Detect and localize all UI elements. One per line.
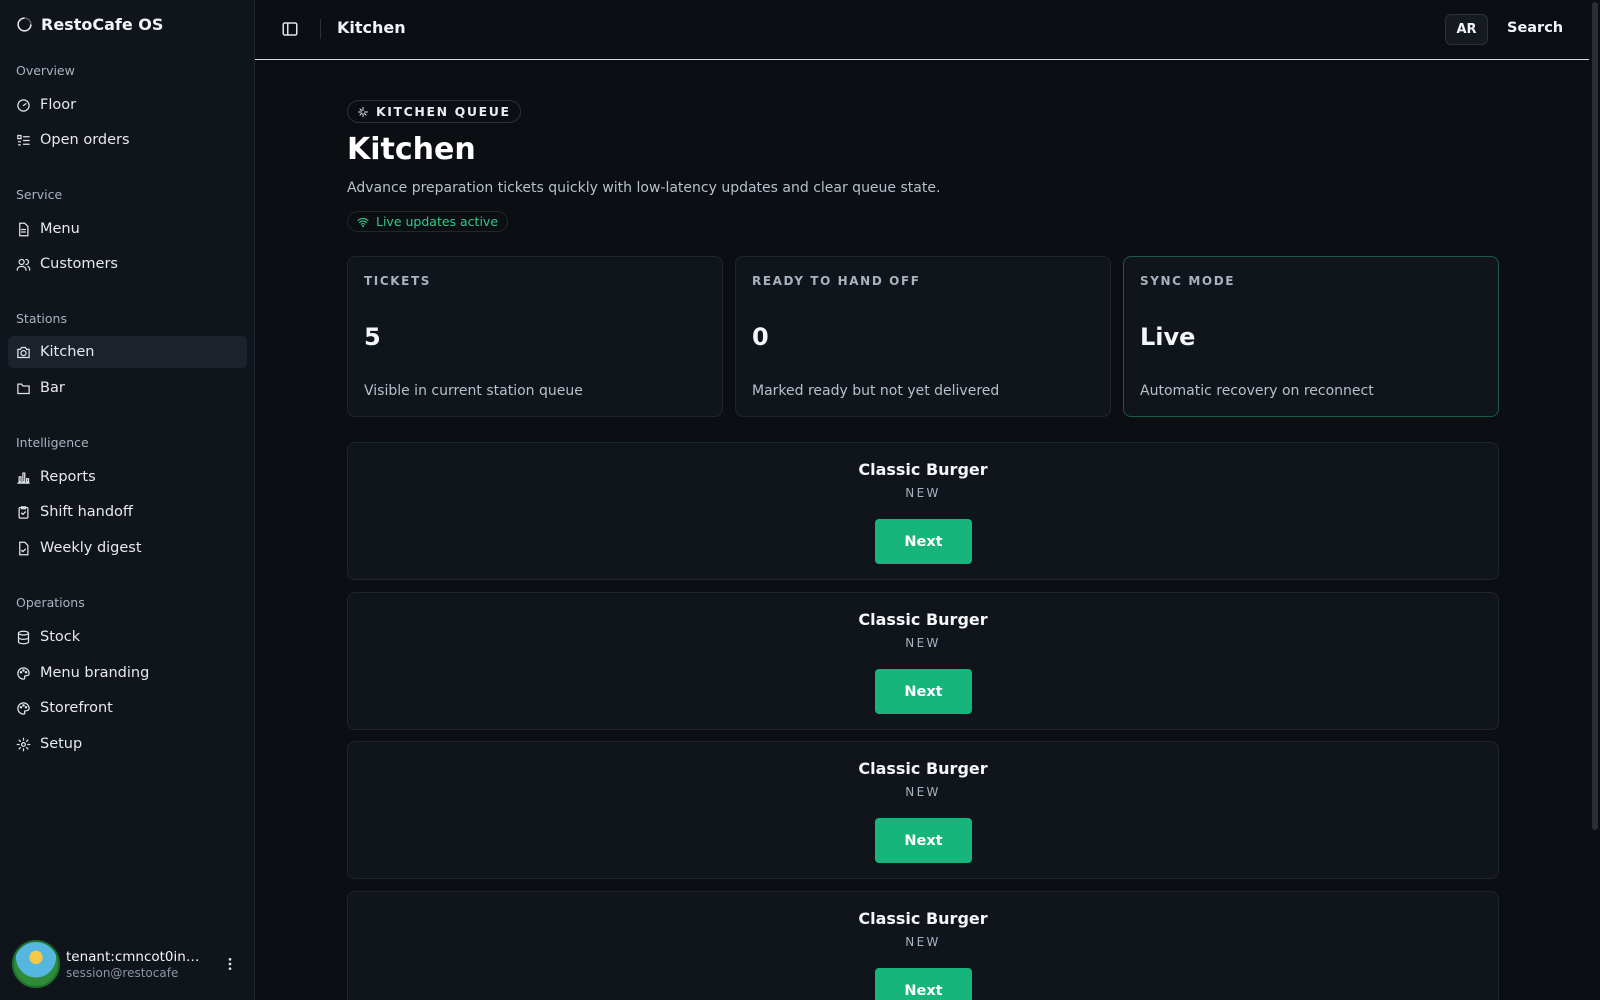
stat-value: Live bbox=[1140, 323, 1196, 351]
sidebar-item-menu-branding[interactable]: Menu branding bbox=[8, 657, 247, 689]
topbar-title: Kitchen bbox=[337, 18, 406, 37]
ticket-name: Classic Burger bbox=[858, 460, 988, 479]
file-text-icon bbox=[19, 541, 29, 555]
ticket-name: Classic Burger bbox=[858, 909, 988, 928]
sidebar-item-floor[interactable]: Floor bbox=[8, 89, 247, 121]
database-icon bbox=[17, 630, 30, 644]
logo-icon bbox=[17, 16, 32, 32]
sidebar-item-setup[interactable]: Setup bbox=[8, 728, 247, 760]
nav-group-service: Service bbox=[16, 187, 63, 202]
page-description: Advance preparation tickets quickly with… bbox=[347, 180, 941, 196]
stat-label: TICKETS bbox=[364, 274, 431, 288]
divider bbox=[320, 19, 321, 39]
next-button[interactable]: Next bbox=[875, 818, 972, 863]
user-profile[interactable]: tenant:cmncot0in000... session@restocafe bbox=[12, 940, 247, 988]
folder-icon bbox=[17, 383, 30, 394]
live-status-label: Live updates active bbox=[376, 214, 499, 229]
sparkle-icon bbox=[358, 106, 368, 117]
palette-icon bbox=[17, 701, 30, 715]
sidebar-item-reports[interactable]: Reports bbox=[8, 461, 247, 493]
stat-card-sync-mode: SYNC MODE Live Automatic recovery on rec… bbox=[1123, 256, 1499, 417]
stat-label: READY TO HAND OFF bbox=[752, 274, 921, 288]
sidebar-item-label: Stock bbox=[40, 629, 81, 645]
sidebar-item-label: Customers bbox=[40, 256, 118, 272]
sidebar-item-shift-handoff[interactable]: Shift handoff bbox=[8, 496, 247, 528]
eyebrow-label: KITCHEN QUEUE bbox=[376, 104, 511, 119]
nav-group-overview: Overview bbox=[16, 63, 75, 78]
sidebar-item-label: Menu bbox=[40, 221, 80, 237]
stat-value: 5 bbox=[364, 323, 381, 351]
gear-icon bbox=[16, 737, 31, 751]
gauge-icon bbox=[17, 98, 30, 112]
camera-icon bbox=[17, 346, 30, 358]
live-status-badge: Live updates active bbox=[347, 211, 509, 232]
ticket-status: NEW bbox=[905, 636, 941, 650]
sidebar-item-label: Setup bbox=[40, 736, 83, 752]
sidebar-item-customers[interactable]: Customers bbox=[8, 248, 247, 280]
sidebar-item-kitchen[interactable]: Kitchen bbox=[8, 336, 247, 368]
ticket-card: Classic Burger NEW Next bbox=[347, 592, 1499, 730]
stat-label: SYNC MODE bbox=[1140, 274, 1236, 288]
ticket-status: NEW bbox=[905, 785, 941, 799]
sidebar-item-stock[interactable]: Stock bbox=[8, 621, 247, 653]
user-info: tenant:cmncot0in000... session@restocafe bbox=[56, 949, 206, 980]
sidebar-item-menu[interactable]: Menu bbox=[8, 213, 247, 245]
scrollbar-thumb[interactable] bbox=[1592, 2, 1598, 830]
sidebar-item-open-orders[interactable]: Open orders bbox=[8, 124, 247, 156]
sidebar-item-weekly-digest[interactable]: Weekly digest bbox=[8, 532, 247, 564]
stat-note: Automatic recovery on reconnect bbox=[1140, 383, 1374, 399]
sidebar: RestoCafe OS Overview Floor Open orders … bbox=[0, 0, 255, 1000]
ticket-status: NEW bbox=[905, 935, 941, 949]
stat-note: Visible in current station queue bbox=[364, 383, 583, 399]
sidebar-toggle-icon[interactable] bbox=[281, 20, 299, 38]
list-icon bbox=[17, 134, 30, 145]
user-name: tenant:cmncot0in000... bbox=[66, 948, 206, 965]
stat-note: Marked ready but not yet delivered bbox=[752, 383, 1000, 399]
sidebar-item-label: Bar bbox=[40, 380, 65, 396]
users-icon bbox=[16, 258, 31, 271]
bar-chart-icon bbox=[17, 472, 30, 484]
sidebar-item-label: Storefront bbox=[40, 700, 113, 716]
stat-card-ready-to-hand-off: READY TO HAND OFF 0 Marked ready but not… bbox=[735, 256, 1111, 417]
sidebar-item-label: Kitchen bbox=[40, 344, 95, 360]
stat-value: 0 bbox=[752, 323, 769, 351]
next-button[interactable]: Next bbox=[875, 669, 972, 714]
wifi-icon bbox=[357, 217, 369, 227]
topbar: Kitchen AR Search bbox=[255, 0, 1589, 60]
ticket-name: Classic Burger bbox=[858, 610, 988, 629]
brand[interactable]: RestoCafe OS bbox=[16, 14, 163, 34]
palette-icon bbox=[17, 666, 30, 680]
clipboard-icon bbox=[18, 505, 29, 519]
avatar bbox=[12, 940, 60, 988]
sidebar-item-label: Weekly digest bbox=[40, 540, 142, 556]
ticket-card: Classic Burger NEW Next bbox=[347, 891, 1499, 1000]
sidebar-item-label: Open orders bbox=[40, 132, 130, 148]
sidebar-item-label: Menu branding bbox=[40, 665, 150, 681]
nav-group-operations: Operations bbox=[16, 595, 85, 610]
brand-name: RestoCafe OS bbox=[41, 14, 164, 34]
section-eyebrow: KITCHEN QUEUE bbox=[347, 100, 521, 123]
ticket-status: NEW bbox=[905, 486, 941, 500]
language-toggle-button[interactable]: AR bbox=[1445, 14, 1488, 45]
sidebar-item-label: Shift handoff bbox=[40, 504, 133, 520]
sidebar-item-label: Reports bbox=[40, 469, 96, 485]
file-icon bbox=[19, 222, 29, 236]
ticket-name: Classic Burger bbox=[858, 759, 988, 778]
stat-card-tickets: TICKETS 5 Visible in current station que… bbox=[347, 256, 723, 417]
sidebar-item-storefront[interactable]: Storefront bbox=[8, 692, 247, 724]
nav-group-intelligence: Intelligence bbox=[16, 435, 89, 450]
next-button[interactable]: Next bbox=[875, 519, 972, 564]
nav-group-stations: Stations bbox=[16, 311, 67, 326]
ticket-card: Classic Burger NEW Next bbox=[347, 741, 1499, 879]
ticket-card: Classic Burger NEW Next bbox=[347, 442, 1499, 580]
page-title: Kitchen bbox=[347, 132, 476, 167]
next-button[interactable]: Next bbox=[875, 968, 972, 1000]
search-button[interactable]: Search bbox=[1507, 20, 1563, 36]
sidebar-item-label: Floor bbox=[40, 97, 77, 113]
user-email: session@restocafe bbox=[66, 965, 179, 980]
sidebar-item-bar[interactable]: Bar bbox=[8, 372, 247, 404]
more-options-icon[interactable] bbox=[222, 956, 238, 972]
